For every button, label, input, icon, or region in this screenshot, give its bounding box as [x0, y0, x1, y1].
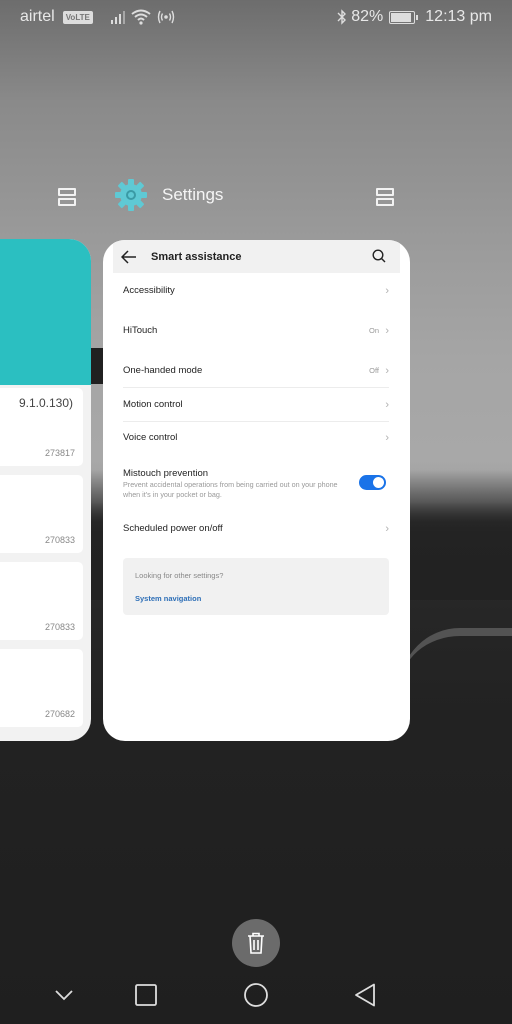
item-number: 270833	[44, 535, 75, 545]
previous-app-header	[0, 239, 91, 385]
circle-icon	[244, 983, 268, 1007]
recent-app-name: Settings	[162, 185, 224, 204]
chevron-right-icon: ›	[385, 398, 389, 411]
item-number: 270682	[44, 709, 75, 719]
list-item: 4 270682	[0, 649, 83, 727]
split-screen-icon-right[interactable]	[376, 188, 394, 206]
mistouch-toggle[interactable]	[359, 475, 386, 490]
back-arrow-icon[interactable]	[121, 249, 137, 264]
settings-item-one-handed-mode[interactable]: One-handed mode Off ›	[123, 354, 389, 387]
settings-item-voice-control[interactable]: Voice control ›	[123, 421, 389, 454]
chevron-right-icon: ›	[385, 431, 389, 444]
trash-icon	[248, 932, 264, 954]
volte-badge: VoLTE	[62, 10, 93, 24]
clock: 12:13 pm	[425, 8, 492, 25]
split-screen-icon-left[interactable]	[58, 188, 76, 206]
hotspot-icon	[157, 10, 175, 24]
signal-icon	[110, 10, 125, 24]
chevron-right-icon: ›	[385, 324, 389, 337]
item-label: HiTouch	[123, 325, 158, 336]
back-button[interactable]	[345, 975, 385, 1015]
list-item: 3 270833	[0, 562, 83, 640]
settings-item-motion-control[interactable]: Motion control ›	[123, 388, 389, 421]
other-settings-question: Looking for other settings?	[135, 571, 224, 580]
item-label: Scheduled power on/off	[123, 523, 223, 534]
chevron-right-icon: ›	[385, 284, 389, 297]
item-value: Off	[369, 366, 379, 375]
wifi-icon	[131, 9, 151, 25]
settings-item-hitouch[interactable]: HiTouch On ›	[123, 314, 389, 347]
previous-app-card[interactable]: 9.1.0.130) 273817 3 270833 3 270833 4 27…	[0, 239, 91, 741]
carrier-name: airtel	[20, 8, 55, 25]
settings-toolbar: Smart assistance	[113, 240, 400, 273]
item-label: Motion control	[123, 399, 183, 410]
bluetooth-icon	[337, 9, 347, 25]
clear-recents-button[interactable]	[232, 919, 280, 967]
home-button[interactable]	[236, 975, 276, 1015]
item-number: 273817	[44, 448, 75, 458]
mistouch-label: Mistouch prevention	[123, 468, 209, 479]
item-value: On	[368, 326, 379, 335]
item-label: Voice control	[123, 432, 178, 443]
search-icon[interactable]	[372, 249, 386, 263]
battery-percent: 82%	[351, 8, 384, 25]
status-bar: airtel VoLTE 82% 12:13 pm	[0, 0, 512, 36]
chevron-right-icon: ›	[385, 522, 389, 535]
recents-button[interactable]	[126, 975, 166, 1015]
chevron-right-icon: ›	[385, 364, 389, 377]
other-settings-box: Looking for other settings? System navig…	[123, 558, 389, 615]
item-label: Accessibility	[123, 285, 175, 296]
gear-icon	[115, 179, 147, 211]
system-navigation-link[interactable]: System navigation	[135, 594, 201, 603]
item-label: One-handed mode	[123, 365, 203, 376]
chevron-down-icon	[55, 990, 73, 1001]
triangle-back-icon	[355, 983, 375, 1007]
recent-app-header: Settings	[114, 178, 223, 212]
square-icon	[135, 984, 157, 1006]
settings-item-scheduled-power[interactable]: Scheduled power on/off ›	[123, 512, 389, 545]
item-number: 270833	[44, 622, 75, 632]
list-item: 9.1.0.130) 273817	[0, 388, 83, 466]
navigation-bar	[0, 975, 512, 1015]
mistouch-description: Prevent accidental operations from being…	[123, 480, 338, 499]
item-title: 9.1.0.130)	[18, 396, 73, 410]
battery-charging-icon	[389, 10, 419, 24]
page-title: Smart assistance	[151, 250, 242, 263]
settings-item-accessibility[interactable]: Accessibility ›	[123, 274, 389, 307]
list-item: 3 270833	[0, 475, 83, 553]
wallpaper-road	[400, 628, 512, 688]
settings-app-card[interactable]: Smart assistance Accessibility › HiTouch…	[103, 240, 410, 741]
hide-nav-button[interactable]	[44, 975, 84, 1015]
